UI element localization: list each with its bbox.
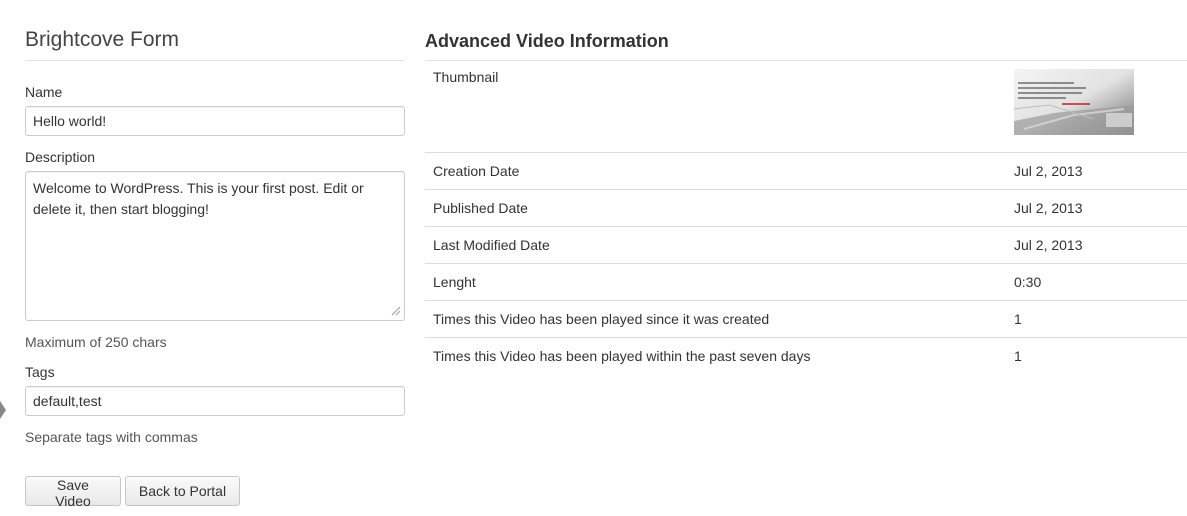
info-title: Advanced Video Information bbox=[425, 31, 669, 51]
form-title: Brightcove Form bbox=[25, 28, 180, 51]
row-label: Published Date bbox=[425, 189, 1006, 227]
resize-grip-icon[interactable] bbox=[390, 305, 401, 316]
table-row: Lenght 0:30 bbox=[425, 263, 1187, 301]
name-input[interactable] bbox=[25, 106, 405, 136]
table-row: Published Date Jul 2, 2013 bbox=[425, 189, 1187, 227]
description-help: Maximum of 250 chars bbox=[25, 334, 167, 350]
row-label: Times this Video has been played within … bbox=[433, 348, 811, 364]
thumbnail-label: Thumbnail bbox=[425, 61, 1006, 153]
collapse-arrow-icon[interactable] bbox=[0, 401, 6, 419]
row-label: Last Modified Date bbox=[425, 226, 1006, 264]
row-value: Jul 2, 2013 bbox=[1006, 226, 1187, 264]
row-value: 1 bbox=[1006, 300, 1187, 338]
tags-input[interactable] bbox=[25, 386, 405, 416]
tags-label: Tags bbox=[25, 364, 55, 380]
row-label: Lenght bbox=[425, 263, 1006, 301]
video-thumbnail bbox=[1014, 69, 1134, 135]
back-to-portal-button[interactable]: Back to Portal bbox=[125, 476, 240, 506]
row-value: Jul 2, 2013 bbox=[1006, 152, 1187, 190]
table-row: Times this Video has been played since i… bbox=[425, 300, 1187, 338]
thumbnail-image bbox=[1014, 69, 1134, 135]
table-row: Last Modified Date Jul 2, 2013 bbox=[425, 226, 1187, 264]
title-divider bbox=[25, 60, 405, 61]
save-video-button[interactable]: Save Video bbox=[25, 476, 121, 509]
table-row: Times this Video has been played within … bbox=[425, 338, 1187, 375]
tags-help: Separate tags with commas bbox=[25, 429, 198, 445]
description-label: Description bbox=[25, 149, 96, 165]
table-row: Creation Date Jul 2, 2013 bbox=[425, 152, 1187, 190]
video-info-table: Thumbnail Creation Date Jul 2, 2013 Publ… bbox=[425, 61, 1187, 374]
description-textarea[interactable]: Welcome to WordPress. This is your first… bbox=[25, 171, 405, 321]
row-label: Creation Date bbox=[425, 152, 1006, 190]
row-label: Times this Video has been played since i… bbox=[425, 300, 1006, 338]
row-value: 0:30 bbox=[1006, 263, 1187, 301]
row-value: 1 bbox=[1014, 348, 1022, 364]
table-row: Thumbnail bbox=[425, 61, 1187, 153]
row-value: Jul 2, 2013 bbox=[1006, 189, 1187, 227]
name-label: Name bbox=[25, 84, 63, 100]
